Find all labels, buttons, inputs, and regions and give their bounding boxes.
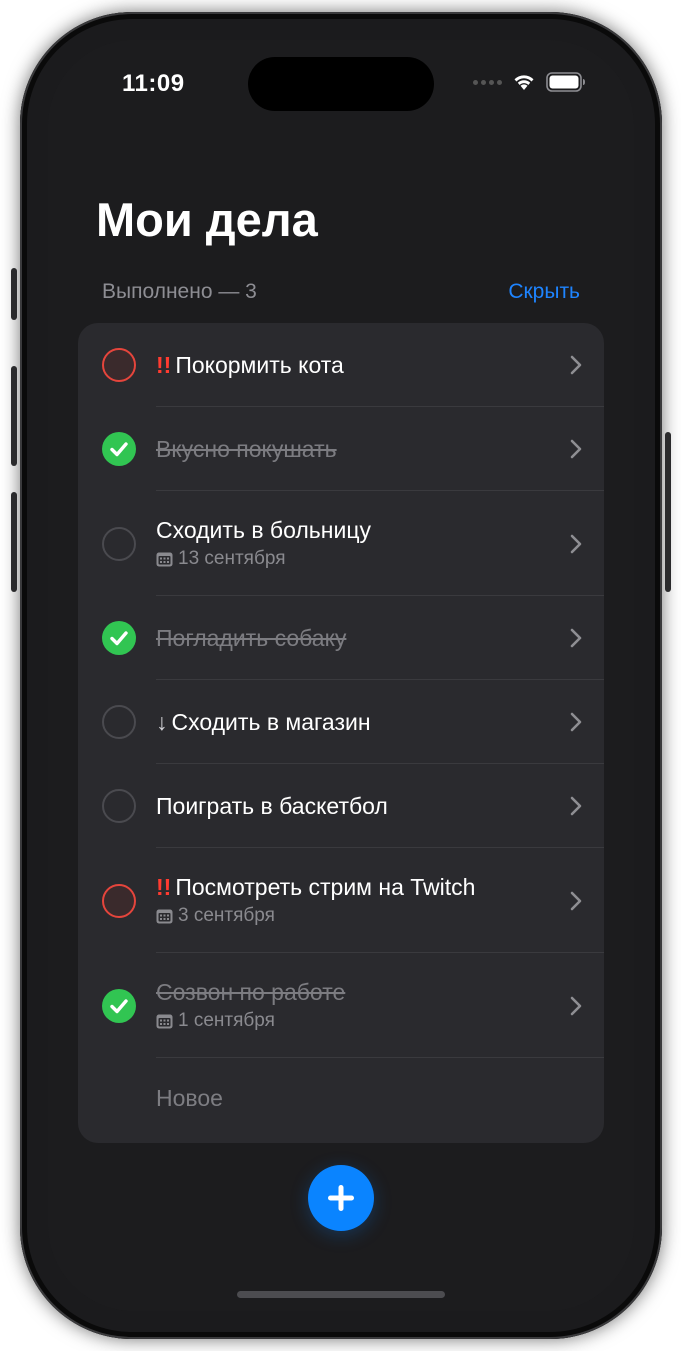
low-priority-icon: ↓ <box>156 708 168 735</box>
power-button <box>665 432 671 592</box>
task-checkbox-checked[interactable] <box>102 988 136 1023</box>
new-task-field[interactable]: Новое <box>78 1058 604 1138</box>
wifi-icon <box>514 75 534 90</box>
task-deadline: 13 сентября <box>156 548 544 570</box>
task-row[interactable]: Сходить в больницу 13 сентября <box>78 491 604 596</box>
task-date: 3 сентября <box>178 905 275 926</box>
task-row[interactable]: Поиграть в баскетбол <box>78 764 604 848</box>
page-title: Мои дела <box>96 193 318 246</box>
task-date: 1 сентября <box>178 1010 275 1031</box>
task-checkbox[interactable] <box>102 705 136 739</box>
task-title: !! Покормить кота <box>156 352 544 379</box>
volume-down-button <box>11 492 17 592</box>
task-title-label: Поиграть в баскетбол <box>156 792 388 819</box>
task-checkbox-checked[interactable] <box>102 432 136 466</box>
task-list: !! Покормить кота Вкусно покушать Сходить в… <box>78 323 604 1143</box>
chevron-right-icon[interactable] <box>570 891 582 911</box>
calendar-icon <box>156 1014 173 1028</box>
calendar-icon <box>156 552 173 566</box>
task-date: 13 сентября <box>178 548 286 569</box>
task-text: Вкусно покушать <box>156 436 544 463</box>
home-indicator <box>237 1291 445 1298</box>
task-title: Погладить собаку <box>156 625 544 652</box>
task-title: ↓ Сходить в магазин <box>156 709 544 736</box>
task-title: !! Посмотреть стрим на Twitch <box>156 874 544 901</box>
chevron-right-icon[interactable] <box>570 439 582 459</box>
task-text: Погладить собаку <box>156 625 544 652</box>
task-title-label: Созвон по работе <box>156 979 346 1005</box>
task-checkbox[interactable] <box>102 348 136 382</box>
task-title: Сходить в больницу <box>156 517 544 544</box>
chevron-right-icon[interactable] <box>570 996 582 1016</box>
checkmark-icon <box>110 631 128 646</box>
calendar-icon <box>156 909 173 923</box>
chevron-right-icon[interactable] <box>570 796 582 816</box>
chevron-right-icon[interactable] <box>570 355 582 375</box>
task-title: Созвон по работе <box>156 979 544 1006</box>
completed-summary: Выполнено — 3 Скрыть <box>102 280 580 304</box>
task-checkbox[interactable] <box>102 526 136 561</box>
task-text: !! Покормить кота <box>156 352 544 379</box>
task-title-label: Покормить кота <box>175 351 344 378</box>
task-text: ↓ Сходить в магазин <box>156 709 544 736</box>
task-title-label: Сходить в больницу <box>156 517 372 543</box>
task-row[interactable]: !! Покормить кота <box>78 323 604 407</box>
add-task-button[interactable] <box>308 1165 374 1231</box>
task-checkbox-checked[interactable] <box>102 621 136 655</box>
task-checkbox[interactable] <box>102 883 136 918</box>
battery-icon <box>546 72 585 92</box>
task-title: Поиграть в баскетбол <box>156 793 544 820</box>
task-deadline: 3 сентября <box>156 905 544 927</box>
task-checkbox[interactable] <box>102 789 136 823</box>
high-priority-icon: !! <box>156 874 172 900</box>
task-row[interactable]: Созвон по работе 1 сентября <box>78 953 604 1058</box>
dynamic-island <box>248 57 434 111</box>
completed-count: Выполнено — 3 <box>102 280 257 303</box>
checkmark-icon <box>110 442 128 457</box>
task-text: Созвон по работе 1 сентября <box>156 979 544 1032</box>
task-deadline: 1 сентября <box>156 1010 544 1032</box>
app-screen: 11:09 Мои дела Выполнено — 3 Скрыть !! По… <box>48 40 634 1311</box>
chevron-right-icon[interactable] <box>570 628 582 648</box>
task-title-label: Погладить собаку <box>156 624 347 651</box>
chevron-right-icon[interactable] <box>570 712 582 732</box>
task-title-label: Вкусно покушать <box>156 435 337 462</box>
action-button <box>11 268 17 320</box>
task-text: Поиграть в баскетбол <box>156 793 544 820</box>
task-text: !! Посмотреть стрим на Twitch 3 сентября <box>156 874 544 927</box>
task-title-label: Посмотреть стрим на Twitch <box>175 874 476 900</box>
cellular-signal-icon <box>473 79 502 85</box>
task-title: Вкусно покушать <box>156 436 544 463</box>
checkmark-icon <box>110 998 128 1013</box>
task-text: Сходить в больницу 13 сентября <box>156 517 544 570</box>
status-time: 11:09 <box>122 70 185 97</box>
status-indicators <box>473 72 586 92</box>
task-row[interactable]: Погладить собаку <box>78 596 604 680</box>
task-row[interactable]: !! Посмотреть стрим на Twitch 3 сентября <box>78 848 604 953</box>
chevron-right-icon[interactable] <box>570 534 582 554</box>
task-row[interactable]: Вкусно покушать <box>78 407 604 491</box>
task-row[interactable]: ↓ Сходить в магазин <box>78 680 604 764</box>
plus-icon <box>328 1185 354 1211</box>
volume-up-button <box>11 366 17 466</box>
task-title-label: Сходить в магазин <box>171 708 371 735</box>
high-priority-icon: !! <box>156 351 172 378</box>
hide-completed-button[interactable]: Скрыть <box>508 280 580 304</box>
